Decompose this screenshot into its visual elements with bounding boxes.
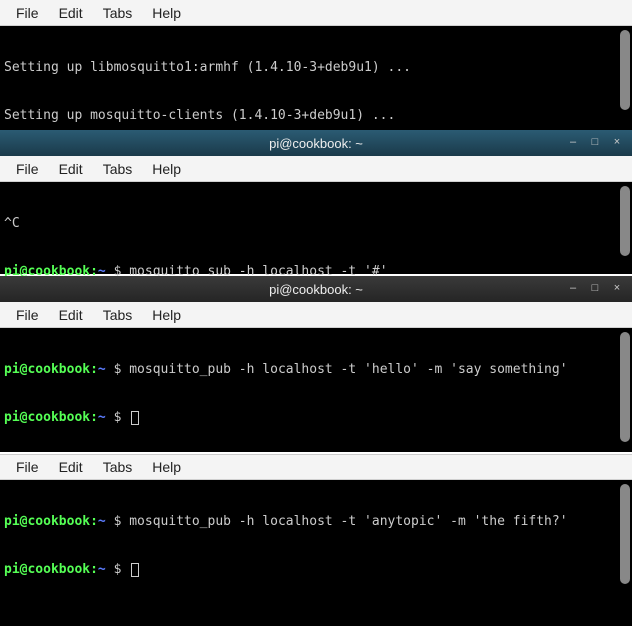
scrollbar-thumb[interactable] — [620, 484, 630, 584]
menu-edit[interactable]: Edit — [49, 2, 93, 24]
maximize-button[interactable]: □ — [586, 280, 604, 296]
menu-edit[interactable]: Edit — [49, 304, 93, 326]
menu-help[interactable]: Help — [142, 2, 191, 24]
menu-edit[interactable]: Edit — [49, 456, 93, 478]
prompt-userhost: pi@cookbook — [4, 362, 90, 377]
minimize-button[interactable]: – — [564, 280, 582, 296]
terminal-area[interactable]: Setting up libmosquitto1:armhf (1.4.10-3… — [0, 26, 632, 130]
close-button[interactable]: × — [608, 280, 626, 296]
cursor-icon — [131, 563, 139, 577]
terminal-command: mosquitto_pub -h localhost -t 'anytopic'… — [129, 514, 567, 529]
terminal-prompt-line: pi@cookbook:~ $ mosquitto_pub -h localho… — [4, 362, 628, 378]
terminal-area[interactable]: pi@cookbook:~ $ mosquitto_pub -h localho… — [0, 480, 632, 600]
menu-help[interactable]: Help — [142, 158, 191, 180]
prompt-path: ~ — [98, 362, 106, 377]
menubar: File Edit Tabs Help — [0, 0, 632, 26]
prompt-path: ~ — [98, 410, 106, 425]
terminal-prompt-line: pi@cookbook:~ $ — [4, 562, 628, 578]
menu-tabs[interactable]: Tabs — [93, 2, 143, 24]
prompt-userhost: pi@cookbook — [4, 562, 90, 577]
prompt-userhost: pi@cookbook — [4, 410, 90, 425]
menu-tabs[interactable]: Tabs — [93, 304, 143, 326]
window-title: pi@cookbook: ~ — [269, 282, 363, 297]
menu-tabs[interactable]: Tabs — [93, 456, 143, 478]
prompt-path: ~ — [98, 562, 106, 577]
menubar: File Edit Tabs Help — [0, 302, 632, 328]
terminal-prompt-line: pi@cookbook:~ $ mosquitto_pub -h localho… — [4, 514, 628, 530]
menu-help[interactable]: Help — [142, 304, 191, 326]
terminal-window-4: File Edit Tabs Help pi@cookbook:~ $ mosq… — [0, 454, 632, 600]
menu-file[interactable]: File — [6, 2, 49, 24]
scrollbar-thumb[interactable] — [620, 332, 630, 442]
menu-file[interactable]: File — [6, 158, 49, 180]
close-button[interactable]: × — [608, 134, 626, 150]
terminal-output-line: Setting up libmosquitto1:armhf (1.4.10-3… — [4, 60, 628, 76]
terminal-window-1: File Edit Tabs Help Setting up libmosqui… — [0, 0, 632, 130]
scrollbar-thumb[interactable] — [620, 30, 630, 110]
titlebar[interactable]: pi@cookbook: ~ – □ × — [0, 130, 632, 156]
menu-tabs[interactable]: Tabs — [93, 158, 143, 180]
menu-help[interactable]: Help — [142, 456, 191, 478]
prompt-path: ~ — [98, 514, 106, 529]
window-title: pi@cookbook: ~ — [269, 136, 363, 151]
cursor-icon — [131, 411, 139, 425]
menubar: File Edit Tabs Help — [0, 454, 632, 480]
menu-file[interactable]: File — [6, 304, 49, 326]
menu-edit[interactable]: Edit — [49, 158, 93, 180]
terminal-prompt-line: pi@cookbook:~ $ — [4, 410, 628, 426]
terminal-window-2: pi@cookbook: ~ – □ × File Edit Tabs Help… — [0, 130, 632, 274]
menu-file[interactable]: File — [6, 456, 49, 478]
titlebar[interactable]: pi@cookbook: ~ – □ × — [0, 276, 632, 302]
terminal-output-line: Setting up mosquitto-clients (1.4.10-3+d… — [4, 108, 628, 124]
menubar: File Edit Tabs Help — [0, 156, 632, 182]
maximize-button[interactable]: □ — [586, 134, 604, 150]
terminal-output-line: ^C — [4, 216, 628, 232]
terminal-area[interactable]: pi@cookbook:~ $ mosquitto_pub -h localho… — [0, 328, 632, 452]
minimize-button[interactable]: – — [564, 134, 582, 150]
scrollbar-thumb[interactable] — [620, 186, 630, 256]
prompt-userhost: pi@cookbook — [4, 514, 90, 529]
terminal-window-3: pi@cookbook: ~ – □ × File Edit Tabs Help… — [0, 276, 632, 452]
terminal-area[interactable]: ^C pi@cookbook:~ $ mosquitto_sub -h loca… — [0, 182, 632, 274]
terminal-command: mosquitto_pub -h localhost -t 'hello' -m… — [129, 362, 567, 377]
